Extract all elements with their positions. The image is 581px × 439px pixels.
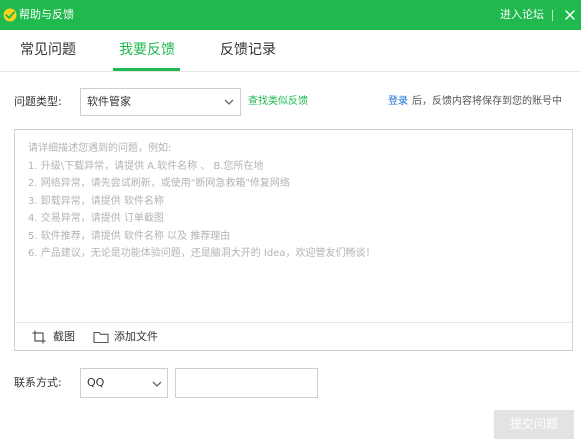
active-tab-indicator (113, 68, 180, 71)
problem-type-select[interactable]: 软件管家 (80, 88, 241, 116)
chevron-down-icon (224, 99, 234, 105)
contact-label: 联系方式: (14, 376, 62, 389)
window-title: 帮助与反馈 (19, 8, 74, 21)
contact-type-value: QQ (87, 376, 105, 389)
tab-feedback[interactable]: 我要反馈 (119, 41, 175, 59)
screenshot-button[interactable]: 截图 (32, 329, 75, 345)
add-file-button[interactable]: 添加文件 (93, 329, 163, 345)
title-bar: 帮助与反馈 进入论坛 (0, 0, 581, 30)
forum-link[interactable]: 进入论坛 (500, 8, 544, 22)
login-note: 后，反馈内容将保存到您的账号中 (412, 96, 562, 107)
submit-button[interactable]: 提交问题 (494, 410, 574, 439)
problem-type-label: 问题类型: (14, 95, 62, 108)
login-link[interactable]: 登录 (388, 95, 408, 109)
contact-input[interactable] (175, 368, 318, 398)
contact-type-select[interactable]: QQ (80, 368, 168, 398)
crop-icon (32, 330, 46, 344)
chevron-down-icon (152, 381, 162, 387)
screenshot-label: 截图 (53, 330, 75, 343)
problem-type-value: 软件管家 (87, 95, 131, 108)
title-separator (552, 10, 553, 21)
editor-toolbar: 截图 添加文件 (15, 322, 572, 351)
find-similar-feedback-link[interactable]: 查找类似反馈 (248, 95, 308, 109)
folder-icon (93, 331, 109, 344)
tab-feedback-records[interactable]: 反馈记录 (220, 41, 276, 59)
feedback-textarea[interactable] (15, 130, 572, 321)
close-icon[interactable] (560, 4, 581, 26)
feedback-editor: 截图 添加文件 (14, 129, 573, 351)
tab-faq[interactable]: 常见问题 (20, 41, 76, 59)
add-file-label: 添加文件 (114, 330, 158, 343)
app-logo-icon (3, 8, 17, 22)
tab-bar: 常见问题 我要反馈 反馈记录 (0, 30, 581, 72)
